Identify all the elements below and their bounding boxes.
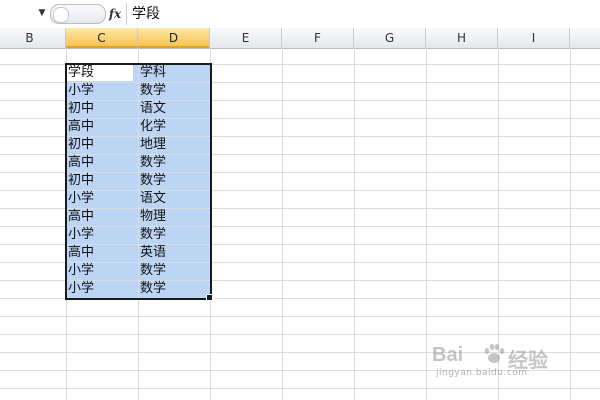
column-header-f[interactable]: F [282,28,354,48]
column-header-c[interactable]: C [66,28,138,48]
formula-bar-divider [126,3,127,25]
column-header-row: BCDEFGHI [0,28,600,49]
formula-input[interactable]: 学段 [132,3,592,25]
column-header-b[interactable]: B [0,28,66,48]
namebox-dropdown-icon[interactable]: ▼ [36,6,48,20]
paw-icon [484,344,505,363]
watermark-url: jingyan.baidu.com [436,368,528,378]
column-header-h[interactable]: H [426,28,498,48]
formula-bar-splitter[interactable] [50,4,106,24]
watermark-logo: Bai [432,344,464,366]
selection-border [65,63,212,300]
formula-bar: ▼ fx 学段 [0,0,600,29]
fill-handle[interactable] [206,294,213,301]
grid-row-line [0,316,600,317]
splitter-knob-icon [53,7,69,23]
column-header-e[interactable]: E [210,28,282,48]
insert-function-icon[interactable]: fx [106,5,124,23]
column-header-g[interactable]: G [354,28,426,48]
grid-row-line [0,388,600,389]
grid-row-line [0,334,600,335]
column-header-d[interactable]: D [138,28,210,48]
column-header-i[interactable]: I [498,28,570,48]
baidu-jingyan-watermark: Bai 经验 jingyan.baidu.com [432,342,572,382]
